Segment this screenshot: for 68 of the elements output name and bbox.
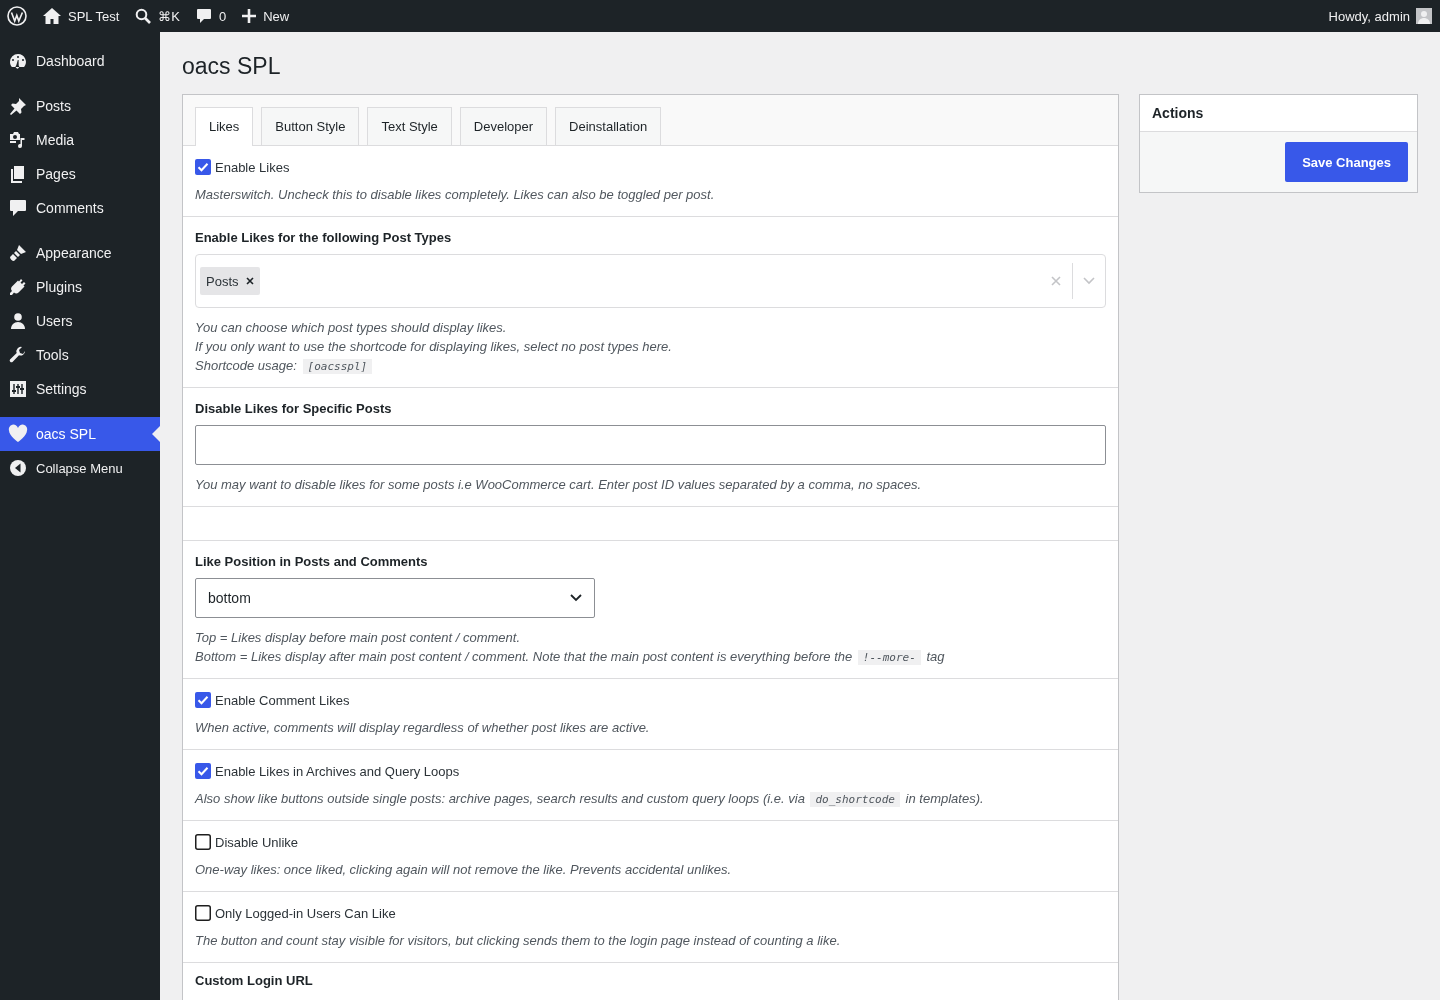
menu-item[interactable]: Posts (0, 89, 160, 123)
help-text: You may want to disable likes for some posts i.e WooCommerce cart. Enter post ID values separated by a comma, no spaces. (195, 476, 923, 494)
new-link[interactable]: New (234, 0, 298, 32)
checkbox-label[interactable]: Disable Unlike (215, 834, 299, 850)
help-text: Shortcode usage: [oacsspl] (195, 356, 1106, 375)
section-title: Disable Likes for Specific Posts (195, 400, 393, 418)
tab[interactable]: Button Style (261, 107, 360, 145)
menu-item[interactable]: Media (0, 123, 160, 157)
position-select[interactable]: bottom (195, 578, 595, 618)
checkbox[interactable] (195, 834, 211, 850)
section-title: Like Position in Posts and Comments (195, 553, 429, 571)
section-title: Enable Likes for the following Post Types (195, 229, 453, 247)
plug-icon (8, 277, 28, 297)
menu-item[interactable]: Dashboard (0, 44, 160, 78)
checkbox-label[interactable]: Enable Likes in Archives and Query Loops (215, 763, 460, 779)
checkbox[interactable] (195, 159, 211, 175)
person-icon (8, 311, 28, 331)
speech-bubble-icon (8, 198, 28, 218)
search-link[interactable]: ⌘K (127, 0, 188, 32)
checkbox-label[interactable]: Only Logged-in Users Can Like (215, 905, 396, 921)
arrow-circle-icon (8, 458, 28, 478)
wrench-icon (8, 345, 28, 365)
menu-item[interactable]: Comments (0, 191, 160, 225)
help-text: You can choose which post types should display likes. (195, 319, 508, 337)
sliders-icon (8, 379, 28, 399)
help-text: The button and count stay visible for visitors, but clicking sends them to the login page instead of counting a like. (195, 932, 842, 950)
speech-bubble-icon (196, 8, 212, 24)
home-link[interactable]: SPL Test (35, 0, 128, 32)
menu-item[interactable]: oacs SPL (0, 417, 160, 451)
help-text: If you only want to use the shortcode for displaying likes, select no post types here. (195, 338, 673, 356)
tab[interactable]: Likes (195, 107, 254, 146)
section-title: Custom Login URL (195, 972, 314, 990)
checkbox-label[interactable]: Enable Likes (215, 159, 290, 175)
help-text: Masterswitch. Uncheck this to disable likes completely. Likes can also be toggled per post. (195, 186, 716, 204)
chevron-down-icon (570, 594, 582, 602)
search-icon (135, 8, 152, 24)
help-text: Top = Likes display before main post content / comment. (195, 629, 522, 647)
menu-item[interactable]: Tools (0, 338, 160, 372)
plus-icon (242, 9, 257, 23)
menu-item[interactable]: Settings (0, 372, 160, 406)
tab[interactable]: Text Style (367, 107, 452, 145)
tab[interactable]: Developer (459, 107, 548, 145)
post-type-tag: Posts (200, 267, 260, 295)
tab[interactable]: Deinstallation (555, 107, 662, 145)
menu-item[interactable]: Pages (0, 157, 160, 191)
save-changes-button[interactable]: Save Changes (1285, 142, 1408, 182)
checkbox-label[interactable]: Enable Comment Likes (215, 692, 350, 708)
help-text: Also show like buttons outside single posts: archive pages, search results and custom query loops (i.e. via do_shortcode in templates). (195, 790, 985, 808)
page-title: oacs SPL (182, 52, 282, 81)
comments-link[interactable]: 0 (188, 0, 235, 32)
help-text: Bottom = Likes display after main post content / comment. Note that the main post content is everything before the !--more- tag (195, 648, 946, 666)
help-text: One-way likes: once liked, clicking again will not remove the like. Prevents accidental unlikes. (195, 861, 733, 879)
multi-select-field[interactable]: Posts (195, 254, 1106, 308)
camera-note-icon (8, 130, 28, 150)
menu-item[interactable]: Users (0, 304, 160, 338)
checkbox[interactable] (195, 692, 211, 708)
checkbox[interactable] (195, 763, 211, 779)
pin-icon (8, 96, 28, 116)
greeting-link[interactable]: Howdy, admin (1328, 8, 1410, 24)
post-ids-field[interactable] (195, 425, 1106, 465)
menu-item[interactable]: Appearance (0, 236, 160, 270)
checkbox[interactable] (195, 905, 211, 921)
menu-item[interactable]: Plugins (0, 270, 160, 304)
collapse-menu-button[interactable]: Collapse Menu (0, 451, 160, 485)
heart-icon (8, 424, 28, 444)
home-icon (43, 8, 61, 24)
help-text: When active, comments will display regardless of whether post likes are active. (195, 719, 651, 737)
remove-icon[interactable] (245, 277, 254, 285)
